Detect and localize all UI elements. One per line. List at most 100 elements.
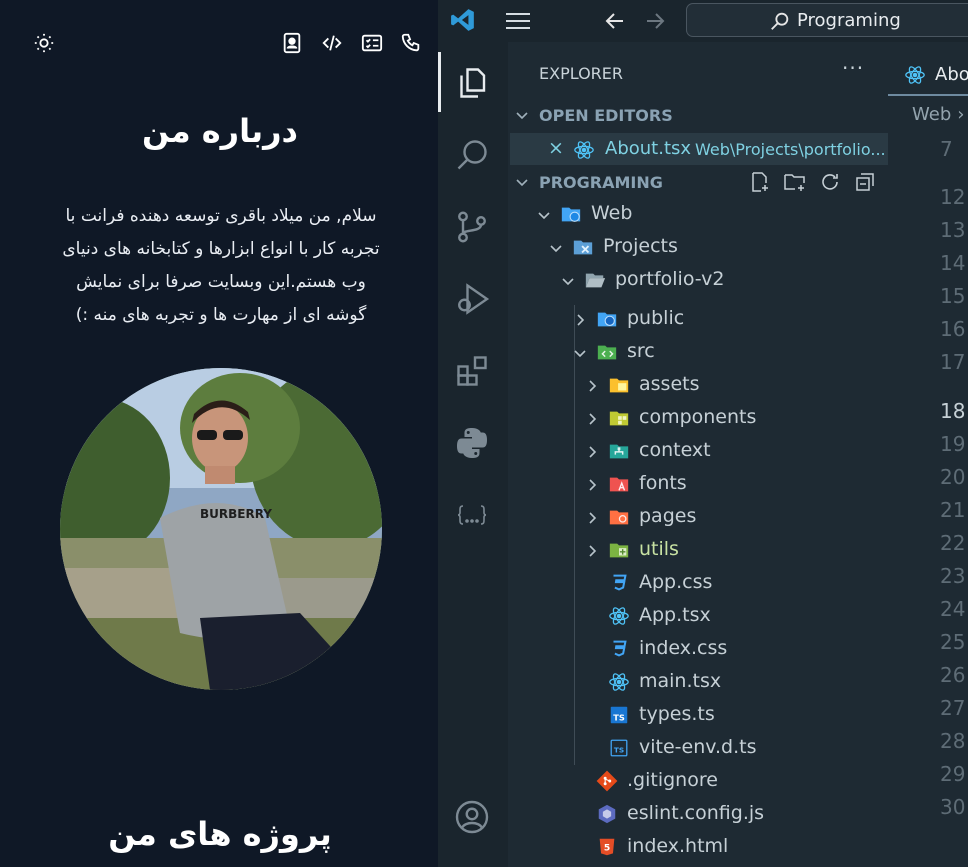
back-arrow-icon[interactable] xyxy=(602,9,628,33)
pages-folder-icon xyxy=(608,506,630,528)
close-icon[interactable]: × xyxy=(548,137,564,159)
line-number: 20 xyxy=(940,465,966,489)
new-file-icon[interactable] xyxy=(748,170,772,194)
tree-label: components xyxy=(639,406,757,428)
tree-label: Web xyxy=(591,202,633,224)
tree-item-portfolio-v2[interactable]: portfolio-v2 xyxy=(508,264,888,297)
tree-label: context xyxy=(639,439,711,461)
web-folder-icon xyxy=(560,203,582,225)
sun-icon[interactable] xyxy=(33,32,55,54)
tree-label: index.html xyxy=(627,835,729,857)
chevron-down-icon xyxy=(514,174,530,190)
line-number: 24 xyxy=(940,597,966,621)
tree-item-fonts[interactable]: fonts xyxy=(508,468,888,501)
components-folder-icon xyxy=(608,407,630,429)
contact-card-icon[interactable] xyxy=(281,32,303,54)
run-debug-icon[interactable] xyxy=(438,268,508,328)
forward-arrow-icon[interactable] xyxy=(642,9,668,33)
tree-item-app-tsx[interactable]: App.tsx xyxy=(508,600,888,633)
tree-label: App.css xyxy=(639,571,713,593)
explorer-title: EXPLORER xyxy=(539,64,623,83)
line-number: 21 xyxy=(940,498,966,522)
phone-icon[interactable] xyxy=(400,32,422,54)
tree-item-assets[interactable]: assets xyxy=(508,369,888,402)
tree-item-index-html[interactable]: 5 index.html xyxy=(508,831,888,864)
new-folder-icon[interactable] xyxy=(783,170,807,194)
fonts-folder-icon xyxy=(608,473,630,495)
vscode-logo-icon[interactable] xyxy=(450,6,476,34)
open-editor-filename: About.tsx xyxy=(605,138,692,159)
tree-item-pages[interactable]: pages xyxy=(508,501,888,534)
open-editors-header[interactable]: OPEN EDITORS xyxy=(508,101,888,131)
tree-label: types.ts xyxy=(639,703,715,725)
chevron-right-icon xyxy=(584,509,600,525)
source-control-icon[interactable] xyxy=(438,196,508,256)
tree-item-utils[interactable]: utils xyxy=(508,534,888,567)
line-number: 23 xyxy=(940,564,966,588)
explorer-icon[interactable] xyxy=(438,52,508,112)
account-icon[interactable] xyxy=(438,786,508,846)
tree-item-vite-env[interactable]: TS vite-env.d.ts xyxy=(508,732,888,765)
open-editors-label: OPEN EDITORS xyxy=(539,106,673,125)
search-sidebar-icon[interactable] xyxy=(438,124,508,184)
css-file-icon xyxy=(608,572,630,594)
line-number: 27 xyxy=(940,696,966,720)
tree-item-web[interactable]: Web xyxy=(508,198,888,231)
explorer-sidebar: EXPLORER ··· OPEN EDITORS × About.tsx We… xyxy=(508,42,888,867)
shirt-logo: BURBERRY xyxy=(200,507,272,521)
line-number: 15 xyxy=(940,284,966,308)
breadcrumb-item[interactable]: Web xyxy=(912,104,951,125)
tree-label: portfolio-v2 xyxy=(615,268,725,290)
tree-label: assets xyxy=(639,373,700,395)
utils-folder-icon xyxy=(608,539,630,561)
collapse-all-icon[interactable] xyxy=(853,170,877,194)
tree-label: public xyxy=(627,307,685,329)
src-folder-icon xyxy=(596,341,618,363)
tree-label: utils xyxy=(639,538,679,560)
tree-item-src[interactable]: src xyxy=(508,336,888,369)
projects-title: پروژه های من xyxy=(108,815,332,853)
chevron-down-icon xyxy=(572,344,588,360)
portfolio-preview: درباره من سلام, من میلاد باقری توسعه دهن… xyxy=(0,0,438,867)
tree-item-app-css[interactable]: App.css xyxy=(508,567,888,600)
refresh-icon[interactable] xyxy=(818,170,842,194)
tree-item-main-tsx[interactable]: main.tsx xyxy=(508,666,888,699)
python-icon[interactable] xyxy=(438,412,508,472)
breadcrumb-separator: › xyxy=(957,104,965,125)
command-center-search[interactable]: Programing xyxy=(686,3,968,37)
react-file-icon xyxy=(608,605,630,627)
line-number: 28 xyxy=(940,729,966,753)
tree-item-eslint[interactable]: eslint.config.js xyxy=(508,798,888,831)
resume-icon[interactable] xyxy=(361,32,383,54)
tree-label: Projects xyxy=(603,235,678,257)
line-number: 26 xyxy=(940,663,966,687)
tree-label: pages xyxy=(639,505,697,527)
react-icon xyxy=(573,139,595,161)
tree-item-components[interactable]: components xyxy=(508,402,888,435)
tree-label: src xyxy=(627,340,655,362)
tree-label: App.tsx xyxy=(639,604,711,626)
tree-item-context[interactable]: context xyxy=(508,435,888,468)
activity-bar xyxy=(438,42,508,867)
chevron-right-icon xyxy=(584,377,600,393)
line-number: 7 xyxy=(940,137,953,161)
more-actions-icon[interactable]: ··· xyxy=(842,56,864,80)
line-number: 22 xyxy=(940,531,966,555)
tree-label: vite-env.d.ts xyxy=(639,736,757,758)
tab-about-tsx[interactable]: About.tsx xyxy=(888,54,968,96)
code-icon[interactable] xyxy=(321,32,343,54)
chevron-down-icon xyxy=(514,107,530,123)
tree-item-index-css[interactable]: index.css xyxy=(508,633,888,666)
svg-text:5: 5 xyxy=(604,843,610,854)
chevron-right-icon xyxy=(584,476,600,492)
search-icon xyxy=(769,10,791,32)
tree-item-projects[interactable]: Projects xyxy=(508,231,888,264)
breadcrumb[interactable]: Web › xyxy=(912,104,964,125)
tree-item-gitignore[interactable]: .gitignore xyxy=(508,765,888,798)
extensions-icon[interactable] xyxy=(438,340,508,400)
tree-item-public[interactable]: public xyxy=(508,303,888,336)
json-icon[interactable] xyxy=(438,484,508,544)
open-editor-item[interactable]: × About.tsx Web\Projects\portfolio... xyxy=(510,133,888,165)
tree-item-types-ts[interactable]: TS types.ts xyxy=(508,699,888,732)
hamburger-menu-icon[interactable] xyxy=(504,10,532,32)
